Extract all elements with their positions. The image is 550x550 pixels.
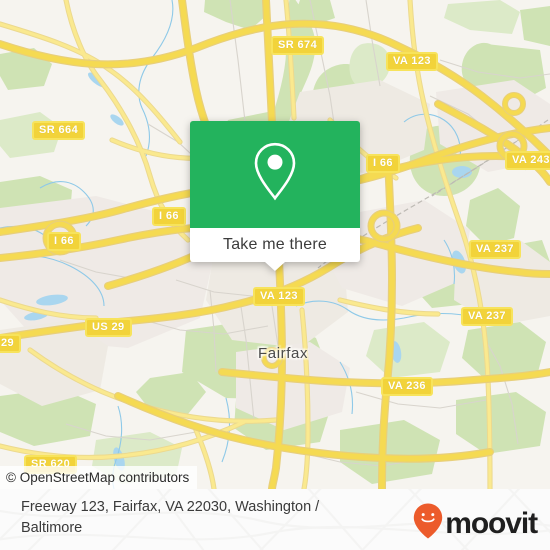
moovit-map-screenshot: .land { fill:#f6f4ef; } .green { fill:#c… (0, 0, 550, 550)
shield-i-66-mid[interactable]: I 66 (152, 207, 186, 226)
moovit-logo[interactable]: moovit (413, 503, 538, 544)
shield-va-123-top[interactable]: VA 123 (386, 52, 438, 71)
shield-va-243[interactable]: VA 243 (505, 151, 550, 170)
location-address-text: Freeway 123, Fairfax, VA 22030, Washingt… (21, 499, 320, 536)
callout-action-area[interactable]: Take me there (190, 228, 360, 271)
shield-va-237-lower[interactable]: VA 237 (461, 307, 513, 326)
take-me-there-label: Take me there (223, 236, 327, 253)
location-pin-icon (250, 140, 300, 207)
moovit-wordmark: moovit (445, 506, 538, 540)
place-label-fairfax: Fairfax (258, 345, 309, 362)
moovit-smiley-pin-icon (413, 503, 443, 544)
shield-sr-674[interactable]: SR 674 (271, 36, 325, 55)
take-me-there-callout[interactable]: Take me there (190, 121, 360, 271)
footer-bar: Freeway 123, Fairfax, VA 22030, Washingt… (0, 489, 550, 550)
shield-va-237-upper[interactable]: VA 237 (469, 240, 521, 259)
shield-us-29[interactable]: US 29 (85, 318, 132, 337)
callout-pointer-tail (265, 262, 285, 271)
shield-sr-664[interactable]: SR 664 (32, 121, 86, 140)
shield-va-236[interactable]: VA 236 (381, 377, 433, 396)
callout-image-area (190, 121, 360, 228)
shield-va-123-mid[interactable]: VA 123 (253, 287, 305, 306)
shield-29-edge[interactable]: 29 (0, 334, 22, 353)
osm-attribution[interactable]: © OpenStreetMap contributors (0, 466, 198, 489)
shield-i-66-right[interactable]: I 66 (366, 154, 400, 173)
map-canvas[interactable]: .land { fill:#f6f4ef; } .green { fill:#c… (0, 0, 550, 489)
shield-i-66-left[interactable]: I 66 (47, 232, 81, 251)
